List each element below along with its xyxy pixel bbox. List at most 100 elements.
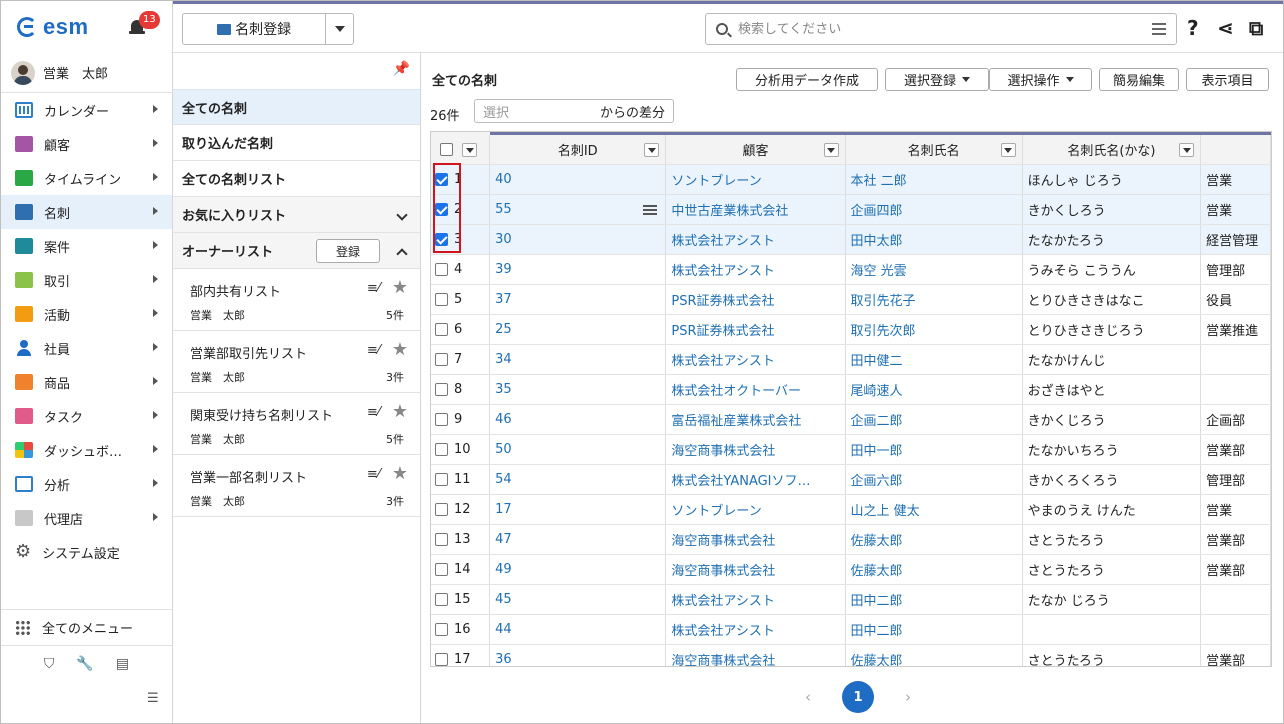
sidebar-item-task[interactable]: タスク <box>1 399 172 433</box>
name-link[interactable]: 尾崎速人 <box>851 384 903 399</box>
register-card-button[interactable]: 名刺登録 <box>182 13 354 45</box>
sidebar-item-system-settings[interactable]: ⚙ システム設定 <box>1 535 172 569</box>
card-id-link[interactable]: 47 <box>495 532 512 547</box>
star-icon[interactable]: ★ <box>392 463 408 484</box>
row-select-cell[interactable]: 15 <box>431 584 491 615</box>
column-header-card-id[interactable]: 名刺ID <box>489 132 667 165</box>
cell-name[interactable]: 企画六郎 <box>845 464 1023 495</box>
search-input[interactable] <box>738 21 1138 37</box>
diff-select[interactable]: 選択 からの差分 <box>474 99 674 123</box>
table-row[interactable]: 11 54 株式会社YANAGIソフ… 企画六郎 きかくろくろう 管理部 <box>431 464 1271 495</box>
cell-card-id[interactable]: 40 <box>489 164 667 195</box>
cell-card-id[interactable]: 49 <box>489 554 667 585</box>
table-row[interactable]: 17 36 海空商事株式会社 佐藤太郎 さとうたろう 営業部 <box>431 644 1271 666</box>
owner-list-section[interactable]: オーナーリスト 登録 <box>173 233 420 269</box>
pin-icon[interactable]: 📌 <box>393 61 410 77</box>
edit-list-icon[interactable]: ≡⁄ <box>367 467 380 482</box>
row-select-cell[interactable]: 2 <box>431 194 491 225</box>
column-header-department[interactable] <box>1200 132 1271 165</box>
sidebar-item-business-card[interactable]: 名刺 <box>1 195 172 229</box>
card-id-link[interactable]: 54 <box>495 472 512 487</box>
logo[interactable]: esm 13 <box>1 1 172 53</box>
column-menu-button[interactable] <box>1179 143 1195 157</box>
name-link[interactable]: 田中太郎 <box>851 234 903 249</box>
sidebar-item-employee[interactable]: 社員 <box>1 331 172 365</box>
sidebar-item-agency[interactable]: 代理店 <box>1 501 172 535</box>
row-checkbox[interactable] <box>435 413 448 426</box>
select-menu-button[interactable] <box>462 143 478 157</box>
card-id-link[interactable]: 40 <box>495 172 512 187</box>
share-icon[interactable]: ⋖ <box>1217 16 1234 40</box>
quick-edit-button[interactable]: 簡易編集 <box>1099 68 1179 91</box>
row-select-cell[interactable]: 13 <box>431 524 491 555</box>
card-id-link[interactable]: 39 <box>495 262 512 277</box>
bookmark-icon[interactable]: ⛉ <box>44 656 55 672</box>
select-all-header[interactable] <box>431 132 491 165</box>
cell-card-id[interactable]: 30 <box>489 224 667 255</box>
cell-customer[interactable]: 株式会社アシスト <box>665 584 846 615</box>
customer-link[interactable]: 株式会社アシスト <box>671 354 774 369</box>
row-checkbox[interactable] <box>435 383 448 396</box>
row-checkbox[interactable] <box>435 503 448 516</box>
name-link[interactable]: 本社 二郎 <box>851 174 907 189</box>
table-row[interactable]: 6 25 PSR証券株式会社 取引先次郎 とりひきさきじろう 営業推進 <box>431 314 1271 345</box>
customer-link[interactable]: 海空商事株式会社 <box>671 534 775 549</box>
sidebar-item-calendar[interactable]: カレンダー <box>1 93 172 127</box>
select-operation-button[interactable]: 選択操作 <box>989 68 1092 91</box>
row-checkbox[interactable] <box>435 233 448 246</box>
row-select-cell[interactable]: 12 <box>431 494 491 525</box>
name-link[interactable]: 企画四郎 <box>851 204 903 219</box>
table-row[interactable]: 12 17 ソントブレーン 山之上 健太 やまのうえ けんた 営業 <box>431 494 1271 525</box>
name-link[interactable]: 企画二郎 <box>851 414 903 429</box>
cell-name[interactable]: 田中一郎 <box>845 434 1023 465</box>
cell-card-id[interactable]: 54 <box>489 464 667 495</box>
name-link[interactable]: 佐藤太郎 <box>851 534 903 549</box>
cell-name[interactable]: 本社 二郎 <box>845 164 1023 195</box>
row-checkbox[interactable] <box>435 623 448 636</box>
name-link[interactable]: 田中二郎 <box>851 594 903 609</box>
customer-link[interactable]: ソントブレーン <box>671 504 761 519</box>
card-id-link[interactable]: 44 <box>495 622 512 637</box>
table-row[interactable]: 5 37 PSR証券株式会社 取引先花子 とりひきさきはなこ 役員 <box>431 284 1271 315</box>
cell-name[interactable]: 田中健二 <box>845 344 1023 375</box>
row-select-cell[interactable]: 9 <box>431 404 491 435</box>
cell-name[interactable]: 海空 光雲 <box>845 254 1023 285</box>
cell-customer[interactable]: 海空商事株式会社 <box>665 644 846 666</box>
cell-name[interactable]: 田中二郎 <box>845 584 1023 615</box>
cell-card-id[interactable]: 47 <box>489 524 667 555</box>
cell-customer[interactable]: PSR証券株式会社 <box>665 314 846 345</box>
column-header-name[interactable]: 名刺氏名 <box>845 132 1023 165</box>
customer-link[interactable]: 株式会社アシスト <box>671 234 774 249</box>
layout-icon[interactable]: ▤ <box>116 656 129 672</box>
column-menu-button[interactable] <box>644 143 660 157</box>
row-select-cell[interactable]: 7 <box>431 344 491 375</box>
cell-name[interactable]: 田中二郎 <box>845 614 1023 645</box>
customer-link[interactable]: PSR証券株式会社 <box>671 294 774 309</box>
card-id-link[interactable]: 46 <box>495 412 512 427</box>
help-icon[interactable]: ? <box>1187 16 1199 40</box>
sidebar-item-deal[interactable]: 案件 <box>1 229 172 263</box>
sidebar-item-customer[interactable]: 顧客 <box>1 127 172 161</box>
row-checkbox[interactable] <box>435 443 448 456</box>
edit-list-icon[interactable]: ≡⁄ <box>367 281 380 296</box>
sidebar-item-analysis[interactable]: 分析 <box>1 467 172 501</box>
customer-link[interactable]: 富岳福祉産業株式会社 <box>671 414 801 429</box>
next-page-button[interactable]: › <box>898 688 918 706</box>
select-register-button[interactable]: 選択登録 <box>885 68 989 91</box>
column-menu-button[interactable] <box>823 143 839 157</box>
cell-card-id[interactable]: 44 <box>489 614 667 645</box>
user-profile[interactable]: 営業 太郎 <box>1 53 172 93</box>
name-link[interactable]: 田中一郎 <box>851 444 903 459</box>
list-item[interactable]: 全ての名刺 <box>173 89 420 125</box>
cell-customer[interactable]: 株式会社オクトーバー <box>665 374 846 405</box>
star-icon[interactable]: ★ <box>392 277 408 298</box>
column-menu-button[interactable] <box>1000 143 1016 157</box>
cell-card-id[interactable]: 46 <box>489 404 667 435</box>
customer-link[interactable]: PSR証券株式会社 <box>671 324 774 339</box>
table-row[interactable]: 15 45 株式会社アシスト 田中二郎 たなか じろう <box>431 584 1271 615</box>
wrench-icon[interactable]: 🔧 <box>76 656 93 672</box>
star-icon[interactable]: ★ <box>392 401 408 422</box>
cell-customer[interactable]: 株式会社アシスト <box>665 614 846 645</box>
name-link[interactable]: 海空 光雲 <box>851 264 907 279</box>
list-item[interactable]: 取り込んだ名刺 <box>173 125 420 161</box>
